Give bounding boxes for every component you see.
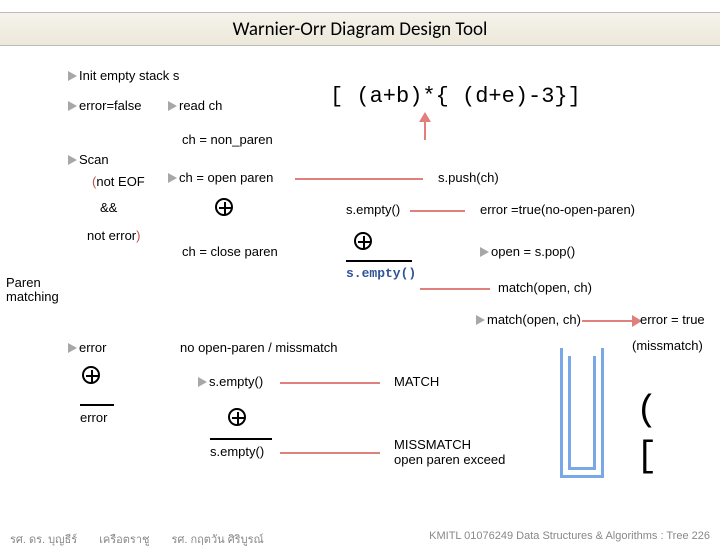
arrow-head	[419, 112, 431, 122]
node-not-error: not error)	[87, 228, 140, 243]
node-ch-close: ch = close paren	[182, 244, 278, 259]
title-text: Warnier-Orr Diagram Design Tool	[233, 18, 488, 41]
node-s-push: s.push(ch)	[438, 170, 499, 185]
node-sempty-1: s.empty()	[346, 202, 400, 217]
line-match-left	[420, 288, 490, 290]
node-ch-open: ch = open paren	[168, 170, 273, 185]
footer-author-2: เครือตราชู	[99, 530, 149, 548]
footer-author-1: รศ. ดร. บุญธีร์	[10, 530, 77, 548]
line-open	[295, 178, 423, 180]
title-bar: Warnier-Orr Diagram Design Tool	[0, 12, 720, 46]
node-err-noopen: error =true(no-open-paren)	[480, 202, 635, 217]
node-match-2: match(open, ch)	[476, 312, 581, 327]
glyph-paren: (	[636, 390, 658, 431]
line-mismatch	[280, 452, 380, 454]
plus-4	[228, 408, 246, 429]
bar-error-2	[80, 404, 114, 406]
footer-course: KMITL 01076249 Data Structures & Algorit…	[429, 530, 710, 548]
node-scan: Scan	[68, 152, 109, 167]
node-sempty-4: s.empty()	[210, 444, 264, 459]
plus-1	[215, 198, 233, 219]
node-paren-matching: Parenmatching	[6, 276, 66, 305]
line-sempty1	[410, 210, 465, 212]
node-no-open-miss: no open-paren / missmatch	[180, 340, 338, 355]
bar-sempty-4	[210, 438, 272, 440]
node-match-caps: MATCH	[394, 374, 439, 389]
line-match-caps	[280, 382, 380, 384]
node-ch-nonparen: ch = non_paren	[182, 132, 273, 147]
node-sempty-3: s.empty()	[198, 374, 263, 389]
stack-bracket-inner	[568, 356, 596, 470]
node-missmatch: (missmatch)	[632, 338, 703, 353]
node-error-2: error	[80, 410, 107, 425]
node-err-true: error = true	[640, 312, 705, 327]
node-not-eof: ((not EOFnot EOF	[92, 174, 145, 189]
glyph-bracket: [	[636, 436, 658, 477]
formula-expr: [ (a+b)*{ (d+e)-3}]	[330, 84, 581, 109]
footer-author-3: รศ. กฤตวัน ศิริบูรณ์	[171, 530, 263, 548]
node-open-pop: open = s.pop()	[480, 244, 575, 259]
node-and: &&	[100, 200, 117, 215]
node-mismatch-caps: MISSMATCH open paren exceed	[394, 438, 505, 468]
bar-sempty-2	[346, 260, 412, 262]
footer: รศ. ดร. บุญธีร์ เครือตราชู รศ. กฤตวัน ศิ…	[0, 530, 720, 548]
plus-2	[354, 232, 372, 253]
node-match-1: match(open, ch)	[498, 280, 592, 295]
node-err-false: error=false	[68, 98, 142, 113]
plus-3	[82, 366, 100, 387]
node-sempty-2: s.empty()	[346, 266, 416, 281]
node-read-ch: read ch	[168, 98, 222, 113]
line-match-right	[582, 320, 632, 322]
node-init: Init empty stack s	[68, 68, 179, 83]
arrow-stem	[424, 120, 426, 140]
node-error-1: error	[68, 340, 106, 355]
